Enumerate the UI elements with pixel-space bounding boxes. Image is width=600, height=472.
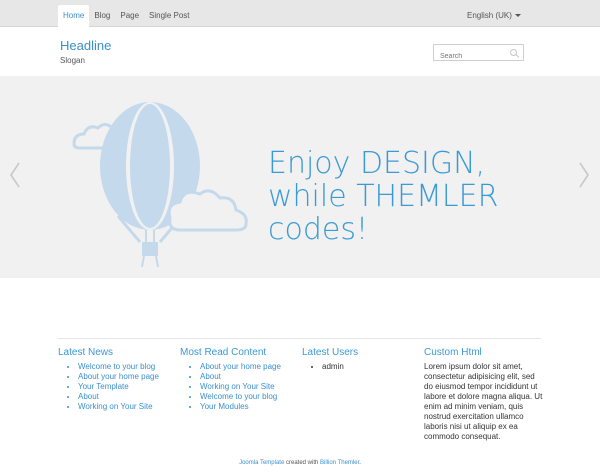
list-item[interactable]: Your Modules [200,402,295,412]
list-item: admin [322,362,417,372]
slider-prev-arrow-icon[interactable] [9,162,21,188]
hot-air-balloon-icon [70,92,250,272]
caret-down-icon [514,14,521,17]
main-menu: Home Blog Page Single Post [58,5,195,27]
widget-latest-news: Latest News Welcome to your blog About y… [58,347,173,412]
widget-custom-html: Custom Html Lorem ipsum dolor sit amet, … [424,347,542,442]
list-item[interactable]: Working on Your Site [200,382,295,392]
list-item[interactable]: Welcome to your blog [200,392,295,402]
search-box [433,44,524,64]
widget-title: Latest Users [302,347,359,358]
footer-divider [58,338,541,339]
site-slogan: Slogan [60,56,85,65]
footer-end: . [359,460,361,466]
widget-title: Latest News [58,347,114,358]
list-item[interactable]: About your home page [78,372,173,382]
slider-next-arrow-icon[interactable] [578,162,590,188]
list-item[interactable]: About [200,372,295,382]
widget-most-read: Most Read Content About your home page A… [180,347,295,412]
widget-latest-users: Latest Users admin [302,347,417,372]
search-input[interactable] [434,49,504,64]
slide-caption: Enjoy DESIGN, while THEMLER codes! [268,147,498,246]
slide-caption-line-3: codes! [268,212,369,247]
slide-caption-line-2: while THEMLER [268,179,499,214]
hero-slider: Enjoy DESIGN, while THEMLER codes! [0,76,600,278]
footer-text: created with [284,460,320,466]
nav-item-blog[interactable]: Blog [89,5,115,27]
language-dropdown[interactable]: English (UK) [467,11,521,20]
language-label: English (UK) [467,11,512,20]
footer-copyright: Joomla Template created with Billion The… [0,460,600,466]
search-icon[interactable] [510,49,517,56]
custom-html-text: Lorem ipsum dolor sit amet, consectetur … [424,362,543,441]
top-navbar: Home Blog Page Single Post English (UK) [0,0,600,27]
nav-item-home[interactable]: Home [58,5,90,27]
billion-themler-link[interactable]: Billion Themler [320,460,359,466]
widget-title: Custom Html [424,347,482,358]
slide-caption-line-1: Enjoy DESIGN, [268,146,486,181]
list-item[interactable]: About your home page [200,362,295,372]
list-item[interactable]: About [78,392,173,402]
list-item[interactable]: Your Template [78,382,173,392]
nav-item-single-post[interactable]: Single Post [144,5,194,27]
joomla-template-link[interactable]: Joomla Template [239,460,284,466]
nav-item-page[interactable]: Page [115,5,144,27]
widget-title: Most Read Content [180,347,267,358]
site-headline[interactable]: Headline [60,38,111,53]
list-item[interactable]: Working on Your Site [78,402,173,412]
list-item[interactable]: Welcome to your blog [78,362,173,372]
